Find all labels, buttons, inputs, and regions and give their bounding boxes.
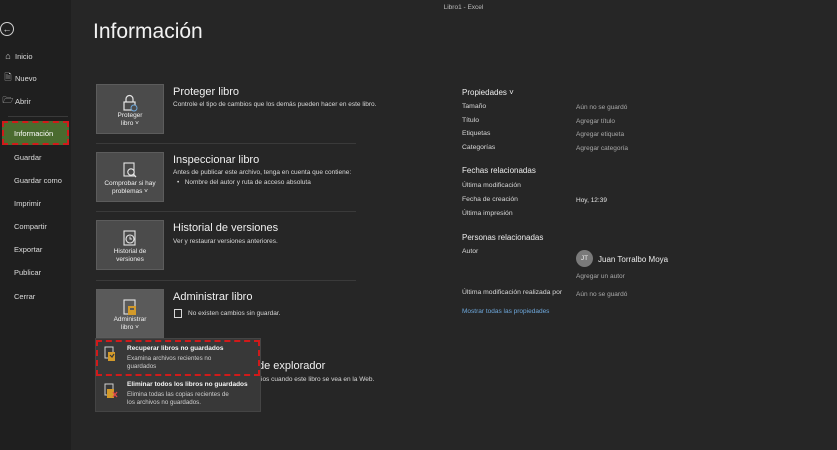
page-title: Información (93, 20, 203, 43)
new-document-icon: 🗎 (4, 72, 12, 82)
delete-item-desc-line2: los archivos no guardados. (127, 399, 201, 406)
sidebar-item-label: Información (14, 128, 54, 138)
tile-label-line2: versiones (116, 256, 144, 263)
sidebar-item-label: Abrir (15, 96, 31, 106)
delete-item-desc-line1: Elimina todas las copias recientes de (127, 391, 229, 398)
sidebar-item-imprimir[interactable]: Imprimir (0, 192, 71, 214)
sidebar-item-label: Imprimir (14, 198, 42, 208)
tile-label-line2: problemas ˅ (112, 188, 148, 195)
check-issues-button[interactable]: Comprobar si hay problemas ˅ (96, 152, 164, 202)
categories-field[interactable]: Agregar categoría (576, 145, 628, 152)
section-divider (96, 143, 356, 144)
delete-item-title: Eliminar todos los libros no guardados (127, 381, 248, 388)
related-people-title: Personas relacionadas (462, 233, 544, 242)
sidebar-item-label: Guardar como (14, 175, 62, 185)
manage-title: Administrar libro (173, 291, 253, 303)
sidebar-item-label: Publicar (14, 267, 42, 277)
manage-workbook-button[interactable]: Administrar libro ˅ (96, 289, 164, 338)
section-divider (96, 280, 356, 281)
property-label: Categorías (462, 144, 496, 151)
window-title: Libro1 - Excel (443, 4, 484, 11)
home-icon: ⌂ (5, 51, 11, 61)
back-arrow-icon[interactable]: ← (0, 22, 14, 36)
property-label: Etiquetas (462, 130, 491, 137)
sidebar-item-label: Nuevo (15, 73, 37, 83)
recover-workbook-icon (104, 346, 116, 361)
date-label: Fecha de creación (462, 196, 518, 203)
sidebar-item-exportar[interactable]: Exportar (0, 238, 71, 260)
recover-item-desc-line2: guardados (127, 363, 157, 370)
sidebar-item-label: Guardar (14, 152, 42, 162)
created-date-value: Hoy, 12:39 (576, 197, 607, 204)
protect-description: Controle el tipo de cambios que los demá… (173, 101, 377, 108)
manage-workbook-icon (97, 298, 163, 321)
delete-workbook-icon (104, 383, 118, 398)
recover-item-desc-line1: Examina archivos recientes no (127, 355, 212, 362)
protect-workbook-button[interactable]: Proteger libro ˅ (96, 84, 164, 134)
protect-title: Proteger libro (173, 86, 240, 98)
property-label: Tamaño (462, 103, 487, 110)
sidebar-item-abrir[interactable]: 🗁 Abrir (0, 90, 71, 112)
tile-label-line2: libro ˅ (121, 120, 139, 127)
section-divider (96, 211, 356, 212)
tile-label-line2: libro ˅ (121, 324, 139, 331)
version-history-button[interactable]: Historial de versiones (96, 220, 164, 270)
sidebar-item-nuevo[interactable]: 🗎 Nuevo (0, 67, 71, 89)
avatar[interactable]: JT (576, 250, 593, 267)
browser-options-description: ios cuando este libro se vea en la Web. (261, 376, 375, 383)
related-dates-title: Fechas relacionadas (462, 166, 536, 175)
add-author-field[interactable]: Agregar un autor (576, 273, 625, 280)
tags-field[interactable]: Agregar etiqueta (576, 131, 624, 138)
backstage-sidebar: ← ⌂ Inicio 🗎 Nuevo 🗁 Abrir Información G… (0, 0, 71, 450)
document-icon (174, 309, 182, 318)
versions-description: Ver y restaurar versiones anteriores. (173, 238, 278, 245)
recover-item-title: Recuperar libros no guardados (127, 345, 224, 352)
history-clock-icon (97, 229, 163, 252)
manage-description: No existen cambios sin guardar. (188, 310, 281, 317)
sidebar-item-publicar[interactable]: Publicar (0, 261, 71, 283)
inspect-title: Inspeccionar libro (173, 154, 260, 166)
title-field[interactable]: Agregar título (576, 118, 615, 125)
show-all-properties-link[interactable]: Mostrar todas las propiedades (462, 308, 549, 315)
property-label: Título (462, 117, 479, 124)
sidebar-item-guardar[interactable]: Guardar (0, 146, 71, 168)
bullet-dot: • (177, 179, 185, 186)
lock-icon (97, 93, 163, 116)
inspect-description: Antes de publicar este archivo, tenga en… (173, 169, 352, 176)
date-label: Última modificación (462, 182, 521, 189)
sidebar-item-informacion[interactable]: Información (2, 121, 69, 145)
folder-open-icon: 🗁 (2, 95, 14, 105)
sidebar-item-label: Inicio (15, 51, 33, 61)
sidebar-item-label: Compartir (14, 221, 47, 231)
author-name: Juan Torralbo Moya (598, 255, 669, 264)
author-label: Autor (462, 248, 479, 255)
last-modified-by-label: Última modificación realizada por (462, 289, 563, 296)
property-value: Aún no se guardó (576, 104, 628, 111)
sidebar-item-inicio[interactable]: ⌂ Inicio (0, 45, 71, 67)
sidebar-item-label: Cerrar (14, 291, 36, 301)
sidebar-item-guardar-como[interactable]: Guardar como (0, 169, 71, 191)
last-modified-by-value: Aún no se guardó (576, 291, 628, 298)
sidebar-item-cerrar[interactable]: Cerrar (0, 285, 71, 307)
inspect-document-icon (97, 161, 163, 184)
inspect-bullet: • Nombre del autor y ruta de acceso abso… (177, 179, 311, 186)
sidebar-divider (8, 116, 68, 117)
date-label: Última impresión (462, 210, 513, 217)
versions-title: Historial de versiones (173, 222, 279, 234)
inspect-bullet-text: Nombre del autor y ruta de acceso absolu… (184, 179, 311, 186)
browser-options-title: de explorador (258, 360, 326, 372)
sidebar-item-compartir[interactable]: Compartir (0, 215, 71, 237)
sidebar-item-label: Exportar (14, 244, 43, 254)
properties-dropdown[interactable]: Propiedades ˅ (462, 88, 514, 97)
